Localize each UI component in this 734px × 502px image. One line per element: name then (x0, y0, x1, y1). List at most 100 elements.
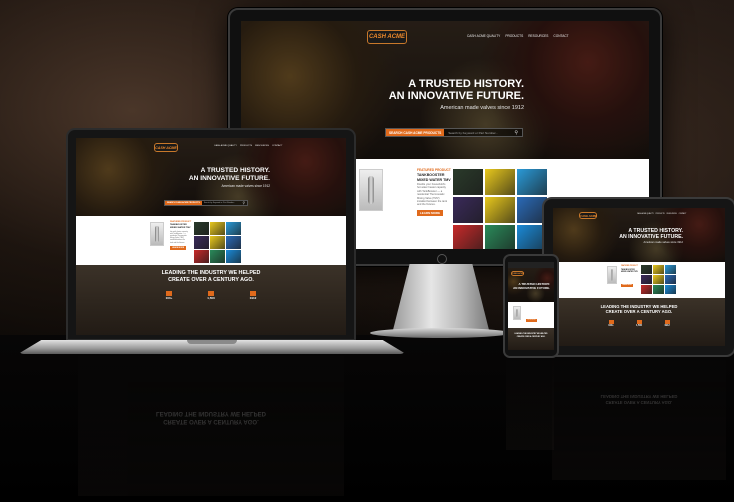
laptop-product-tile[interactable] (210, 222, 225, 235)
reflection-line1: CREATE OVER A CENTURY AGO. (163, 418, 259, 424)
tablet-product-image (607, 266, 617, 284)
laptop-product-tile[interactable] (226, 250, 241, 263)
feature-kicker: FEATURED PRODUCT (417, 168, 451, 172)
tablet-featured-product-section: FEATURED PRODUCT TANKBOOSTER MIXED WATER… (553, 262, 725, 298)
laptop-search-input[interactable]: Search by Keyword or Part Number... (202, 202, 243, 204)
laptop-product-tile[interactable] (210, 236, 225, 249)
laptop-product-image (150, 222, 164, 246)
laptop-nav-item-resources[interactable]: RESOURCES (255, 145, 269, 147)
tablet-product-tile[interactable] (641, 275, 652, 284)
product-search-bar[interactable]: SEARCH CASH ACME PRODUCTS Search by Keyw… (385, 128, 523, 137)
monitor-product-tile[interactable] (485, 197, 515, 223)
tablet-product-tile[interactable] (665, 275, 676, 284)
tablet-stat-3: 1912 (657, 320, 677, 327)
laptop-stat-1-value: 100+ (165, 296, 173, 300)
tablet-product-tile[interactable] (665, 285, 676, 294)
search-input[interactable]: Search by Keyword or Part Number... (444, 131, 514, 135)
laptop-leading-line1: LEADING THE INDUSTRY WE HELPED (161, 270, 261, 276)
nav-item-resources[interactable]: RESOURCES (528, 34, 548, 38)
laptop-nav-item-products[interactable]: PRODUCTS (240, 145, 252, 147)
laptop-hero-title-line2: AN INNOVATIVE FUTURE. (188, 175, 270, 182)
laptop-hero-section: CASH ACME CASH ACME QUALITY PRODUCTS RES… (76, 138, 346, 216)
laptop-leading-line2: CREATE OVER A CENTURY AGO. (168, 277, 254, 283)
learn-more-button[interactable]: LEARN MORE (417, 210, 443, 216)
tablet-reflection-line1: CREATE OVER A CENTURY AGO. (605, 400, 673, 405)
laptop-feature-title-line2: MIXED WATER TMV (170, 226, 191, 229)
tablet-nav-item-products[interactable]: PRODUCTS (656, 214, 665, 215)
monitor-product-tile[interactable] (517, 169, 547, 195)
phone-hero-section: CASH ACME A TRUSTED HISTORY. AN INNOVATI… (508, 268, 554, 302)
laptop-feature-kicker: FEATURED PRODUCT (170, 221, 192, 223)
hero-title-line1: A TRUSTED HISTORY. (408, 78, 524, 90)
tablet-stat-2: 1,500 (629, 320, 649, 327)
monitor-product-tile[interactable] (485, 169, 515, 195)
tablet-main-nav: CASH ACME QUALITY PRODUCTS RESOURCES CON… (637, 214, 686, 215)
feature-body: Double your household's hot water heater… (417, 183, 447, 205)
tablet-feature-kicker: FEATURED PRODUCT (621, 266, 638, 267)
tablet-hero-section: CASH ACME CASH ACME QUALITY PRODUCTS RES… (553, 208, 725, 262)
laptop-product-search-bar[interactable]: SEARCH CASH ACME PRODUCTS Search by Keyw… (164, 200, 248, 206)
laptop-nav-item-quality[interactable]: CASH ACME QUALITY (214, 145, 237, 147)
laptop-leading-section: LEADING THE INDUSTRY WE HELPED CREATE OV… (76, 265, 346, 335)
smartphone: CASH ACME A TRUSTED HISTORY. AN INNOVATI… (503, 254, 559, 358)
monitor-product-tile[interactable] (453, 169, 483, 195)
tablet-screen: CASH ACME CASH ACME QUALITY PRODUCTS RES… (553, 208, 725, 346)
laptop-search-icon[interactable]: ⚲ (243, 201, 247, 205)
laptop-product-tile[interactable] (194, 250, 209, 263)
nav-item-products[interactable]: PRODUCTS (505, 34, 523, 38)
phone-hero-title-line2: AN INNOVATIVE FUTURE. (513, 286, 550, 290)
phone-product-image (513, 306, 521, 320)
tablet-hero-title-line2: AN INNOVATIVE FUTURE. (619, 234, 683, 240)
nav-item-contact[interactable]: CONTACT (553, 34, 568, 38)
phone-leading-line1: LEADING THE INDUSTRY WE HELPED (514, 333, 548, 335)
laptop-feature-body: Double your household's hot water heater… (170, 230, 188, 243)
tablet-product-tile[interactable] (653, 275, 664, 284)
laptop-product-tile[interactable] (194, 236, 209, 249)
tablet-brand-logo[interactable]: CASH ACME (579, 212, 597, 219)
laptop-lid-notch (187, 340, 237, 344)
tablet-nav-item-quality[interactable]: CASH ACME QUALITY (637, 214, 654, 215)
monitor-product-tile[interactable] (485, 225, 515, 249)
phone-brand-logo[interactable]: CASH ACME (511, 271, 524, 276)
laptop-product-tile[interactable] (226, 222, 241, 235)
laptop-brand-logo[interactable]: CASH ACME (154, 143, 178, 152)
laptop-nav-item-contact[interactable]: CONTACT (272, 145, 282, 147)
hero-subtitle: American made valves since 1912 (440, 105, 524, 111)
laptop-featured-product-section: FEATURED PRODUCT TANKBOOSTER MIXED WATER… (76, 216, 346, 265)
tablet-leading-section: LEADING THE INDUSTRY WE HELPED CREATE OV… (553, 298, 725, 346)
tablet-stat-1: 100+ (601, 320, 621, 327)
brand-logo[interactable]: CASH ACME (367, 30, 407, 44)
laptop-learn-more-button[interactable]: LEARN MORE (170, 246, 186, 250)
nav-item-quality[interactable]: CASH ACME QUALITY (467, 34, 500, 38)
search-icon[interactable]: ⚲ (514, 130, 522, 136)
tablet-product-tile[interactable] (641, 265, 652, 274)
tablet-product-tile[interactable] (641, 285, 652, 294)
laptop-product-tile[interactable] (194, 222, 209, 235)
laptop-reflection: CREATE OVER A CENTURY AGO. LEADING THE I… (78, 356, 344, 496)
hero-title-line2: AN INNOVATIVE FUTURE. (388, 90, 524, 102)
tablet-product-tile[interactable] (653, 285, 664, 294)
product-image (359, 169, 383, 211)
laptop-stat-3: 1912 (238, 291, 268, 300)
tablet-product-tile[interactable] (653, 265, 664, 274)
laptop-product-tile[interactable] (226, 236, 241, 249)
tablet-product-tile[interactable] (665, 265, 676, 274)
monitor-product-tile[interactable] (453, 225, 483, 249)
monitor-stand-base (370, 328, 510, 338)
monitor-product-tile[interactable] (453, 197, 483, 223)
phone-leading-section: LEADING THE INDUSTRY WE HELPED CREATE OV… (508, 328, 554, 350)
tablet-nav-item-contact[interactable]: CONTACT (679, 214, 687, 215)
tablet-stat-3-value: 1912 (664, 324, 670, 327)
laptop: CASH ACME CASH ACME QUALITY PRODUCTS RES… (66, 128, 356, 341)
tablet: CASH ACME CASH ACME QUALITY PRODUCTS RES… (542, 197, 734, 357)
tablet-nav-item-resources[interactable]: RESOURCES (667, 214, 677, 215)
laptop-product-tile[interactable] (210, 250, 225, 263)
tablet-learn-more-button[interactable]: LEARN MORE (621, 284, 633, 287)
laptop-stat-3-value: 1912 (249, 296, 257, 300)
tablet-reflection: CREATE OVER A CENTURY AGO. LEADING THE I… (552, 360, 726, 480)
phone-reflection (506, 360, 554, 450)
feature-title-line2: MIXED WATER TMV (417, 177, 451, 182)
power-button-icon (437, 254, 447, 264)
phone-learn-more-button[interactable]: LEARN MORE (526, 319, 537, 322)
tablet-stat-1-value: 100+ (608, 324, 614, 327)
